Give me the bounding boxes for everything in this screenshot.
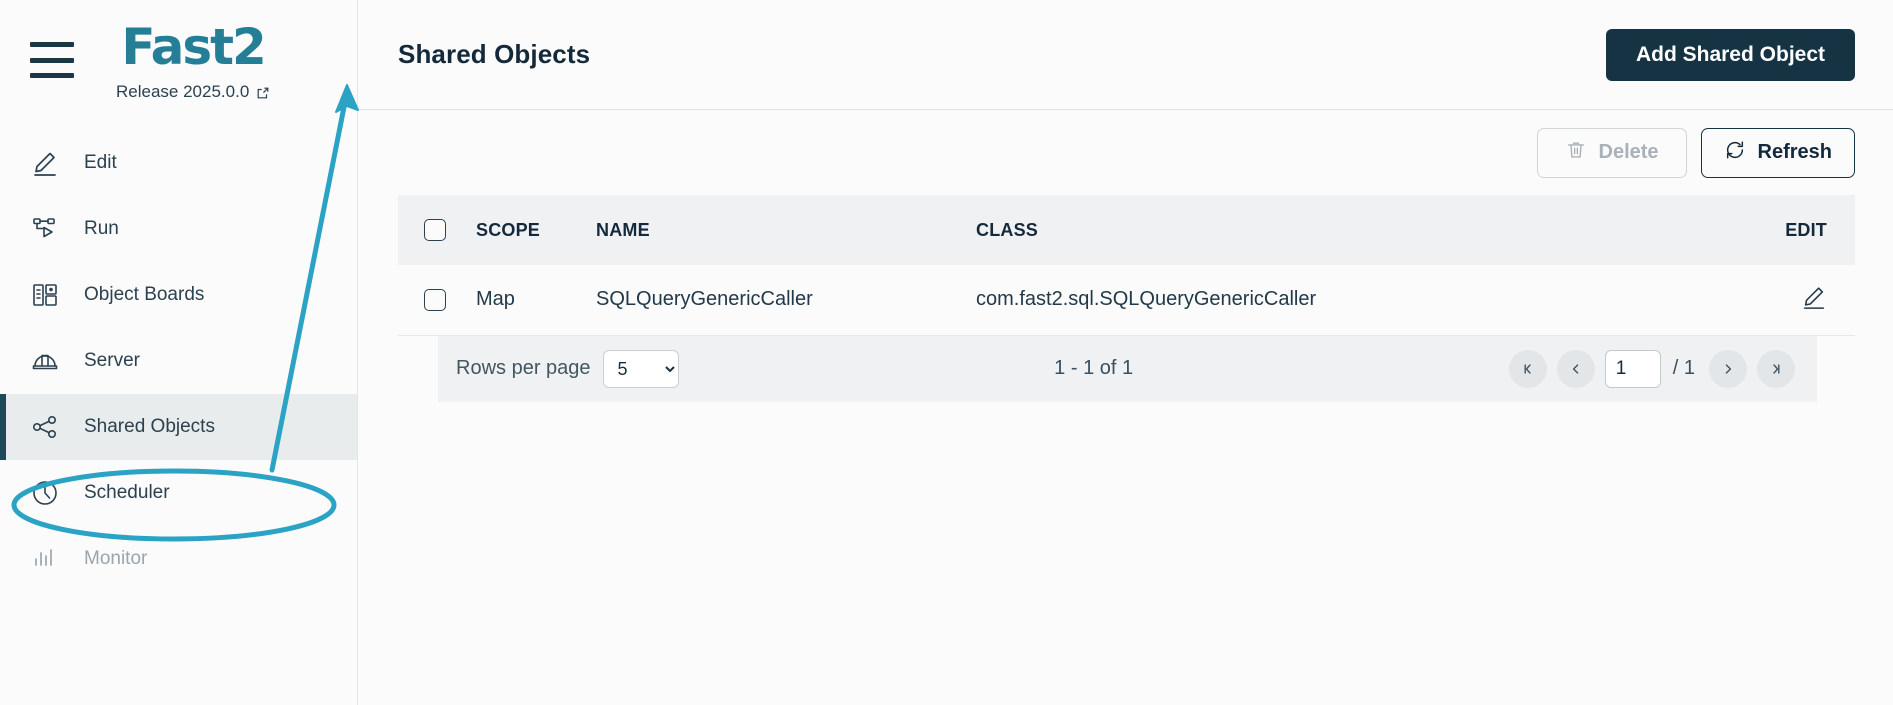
brand-logo: Fast2	[116, 22, 270, 72]
page-title: Shared Objects	[398, 39, 590, 70]
pagination-controls: / 1	[1509, 350, 1795, 388]
pagination-range-wrap: 1 - 1 of 1	[679, 336, 1509, 402]
total-pages-label: / 1	[1673, 357, 1695, 380]
cell-name: SQLQueryGenericCaller	[596, 265, 976, 335]
column-header-scope[interactable]: SCOPE	[476, 195, 596, 265]
cell-edit	[1735, 265, 1855, 335]
sidebar-brand-row: Fast2 7 Release 2025.0.0	[0, 0, 357, 112]
clock-icon	[30, 478, 60, 508]
sidebar-item-label: Object Boards	[84, 284, 204, 306]
column-header-name[interactable]: NAME	[596, 195, 976, 265]
add-shared-object-button[interactable]: Add Shared Object	[1606, 29, 1855, 81]
sidebar-item-label: Monitor	[84, 548, 147, 570]
rows-per-page-label: Rows per page	[456, 357, 591, 380]
previous-page-icon[interactable]	[1557, 350, 1595, 388]
pagination-range: 1 - 1 of 1	[1054, 357, 1133, 380]
table-pagination: Rows per page 5102550100 1 - 1 of 1	[438, 336, 1817, 402]
object-boards-icon	[30, 280, 60, 310]
hamburger-menu-icon[interactable]	[30, 42, 74, 78]
last-page-icon[interactable]	[1757, 350, 1795, 388]
bar-levels-icon	[30, 544, 60, 574]
sidebar-item-label: Server	[84, 350, 140, 372]
page-header: Shared Objects Add Shared Object	[358, 0, 1893, 110]
sidebar-item-scheduler[interactable]: Scheduler	[0, 460, 357, 526]
delete-button-label: Delete	[1599, 141, 1659, 164]
pencil-icon	[30, 148, 60, 178]
sidebar-item-object-boards[interactable]: Object Boards	[0, 262, 357, 328]
first-page-icon[interactable]	[1509, 350, 1547, 388]
main-content: Shared Objects Add Shared Object Delete	[358, 0, 1893, 705]
table-row[interactable]: Map SQLQueryGenericCaller com.fast2.sql.…	[398, 265, 1855, 335]
sidebar-item-monitor: Monitor	[0, 526, 357, 592]
sidebar-item-run[interactable]: Run	[0, 196, 357, 262]
sidebar: Fast2 7 Release 2025.0.0	[0, 0, 358, 705]
brand-block: Fast2 7 Release 2025.0.0	[116, 22, 270, 102]
next-page-icon[interactable]	[1709, 350, 1747, 388]
column-header-edit: EDIT	[1735, 195, 1855, 265]
hardhat-icon	[30, 346, 60, 376]
refresh-button-label: Refresh	[1758, 141, 1832, 164]
table-toolbar: Delete Refresh	[358, 110, 1893, 195]
select-all-cell	[398, 195, 476, 265]
sidebar-item-server[interactable]: Server	[0, 328, 357, 394]
trash-icon	[1565, 139, 1587, 167]
release-text: Release 2025.0.0	[116, 82, 249, 102]
sidebar-nav: Edit Run	[0, 130, 357, 592]
row-checkbox[interactable]	[424, 289, 446, 311]
refresh-icon	[1724, 139, 1746, 167]
sidebar-item-shared-objects[interactable]: Shared Objects	[0, 394, 357, 460]
rows-per-page-select[interactable]: 5102550100	[603, 350, 679, 388]
share-nodes-icon	[30, 412, 60, 442]
application-window: Fast2 7 Release 2025.0.0	[0, 0, 1893, 705]
sidebar-item-label: Scheduler	[84, 482, 170, 504]
select-all-checkbox[interactable]	[424, 219, 446, 241]
row-select-cell	[398, 265, 476, 335]
sidebar-item-label: Edit	[84, 152, 117, 174]
run-flow-icon	[30, 214, 60, 244]
cell-class: com.fast2.sql.SQLQueryGenericCaller	[976, 265, 1735, 335]
external-link-icon[interactable]	[256, 85, 270, 99]
shared-objects-table: SCOPE NAME CLASS EDIT Map SQLQueryGeneri…	[398, 195, 1855, 402]
table-header-row: SCOPE NAME CLASS EDIT	[398, 195, 1855, 265]
page-number-input[interactable]	[1605, 350, 1661, 388]
row-edit-pencil-icon[interactable]	[1801, 284, 1827, 316]
sidebar-item-label: Run	[84, 218, 119, 240]
delete-button[interactable]: Delete	[1537, 128, 1687, 178]
column-header-class[interactable]: CLASS	[976, 195, 1735, 265]
sidebar-item-edit[interactable]: Edit	[0, 130, 357, 196]
release-version[interactable]: 7 Release 2025.0.0	[116, 82, 270, 102]
cell-scope: Map	[476, 265, 596, 335]
sidebar-item-label: Shared Objects	[84, 416, 215, 438]
refresh-button[interactable]: Refresh	[1701, 128, 1855, 178]
